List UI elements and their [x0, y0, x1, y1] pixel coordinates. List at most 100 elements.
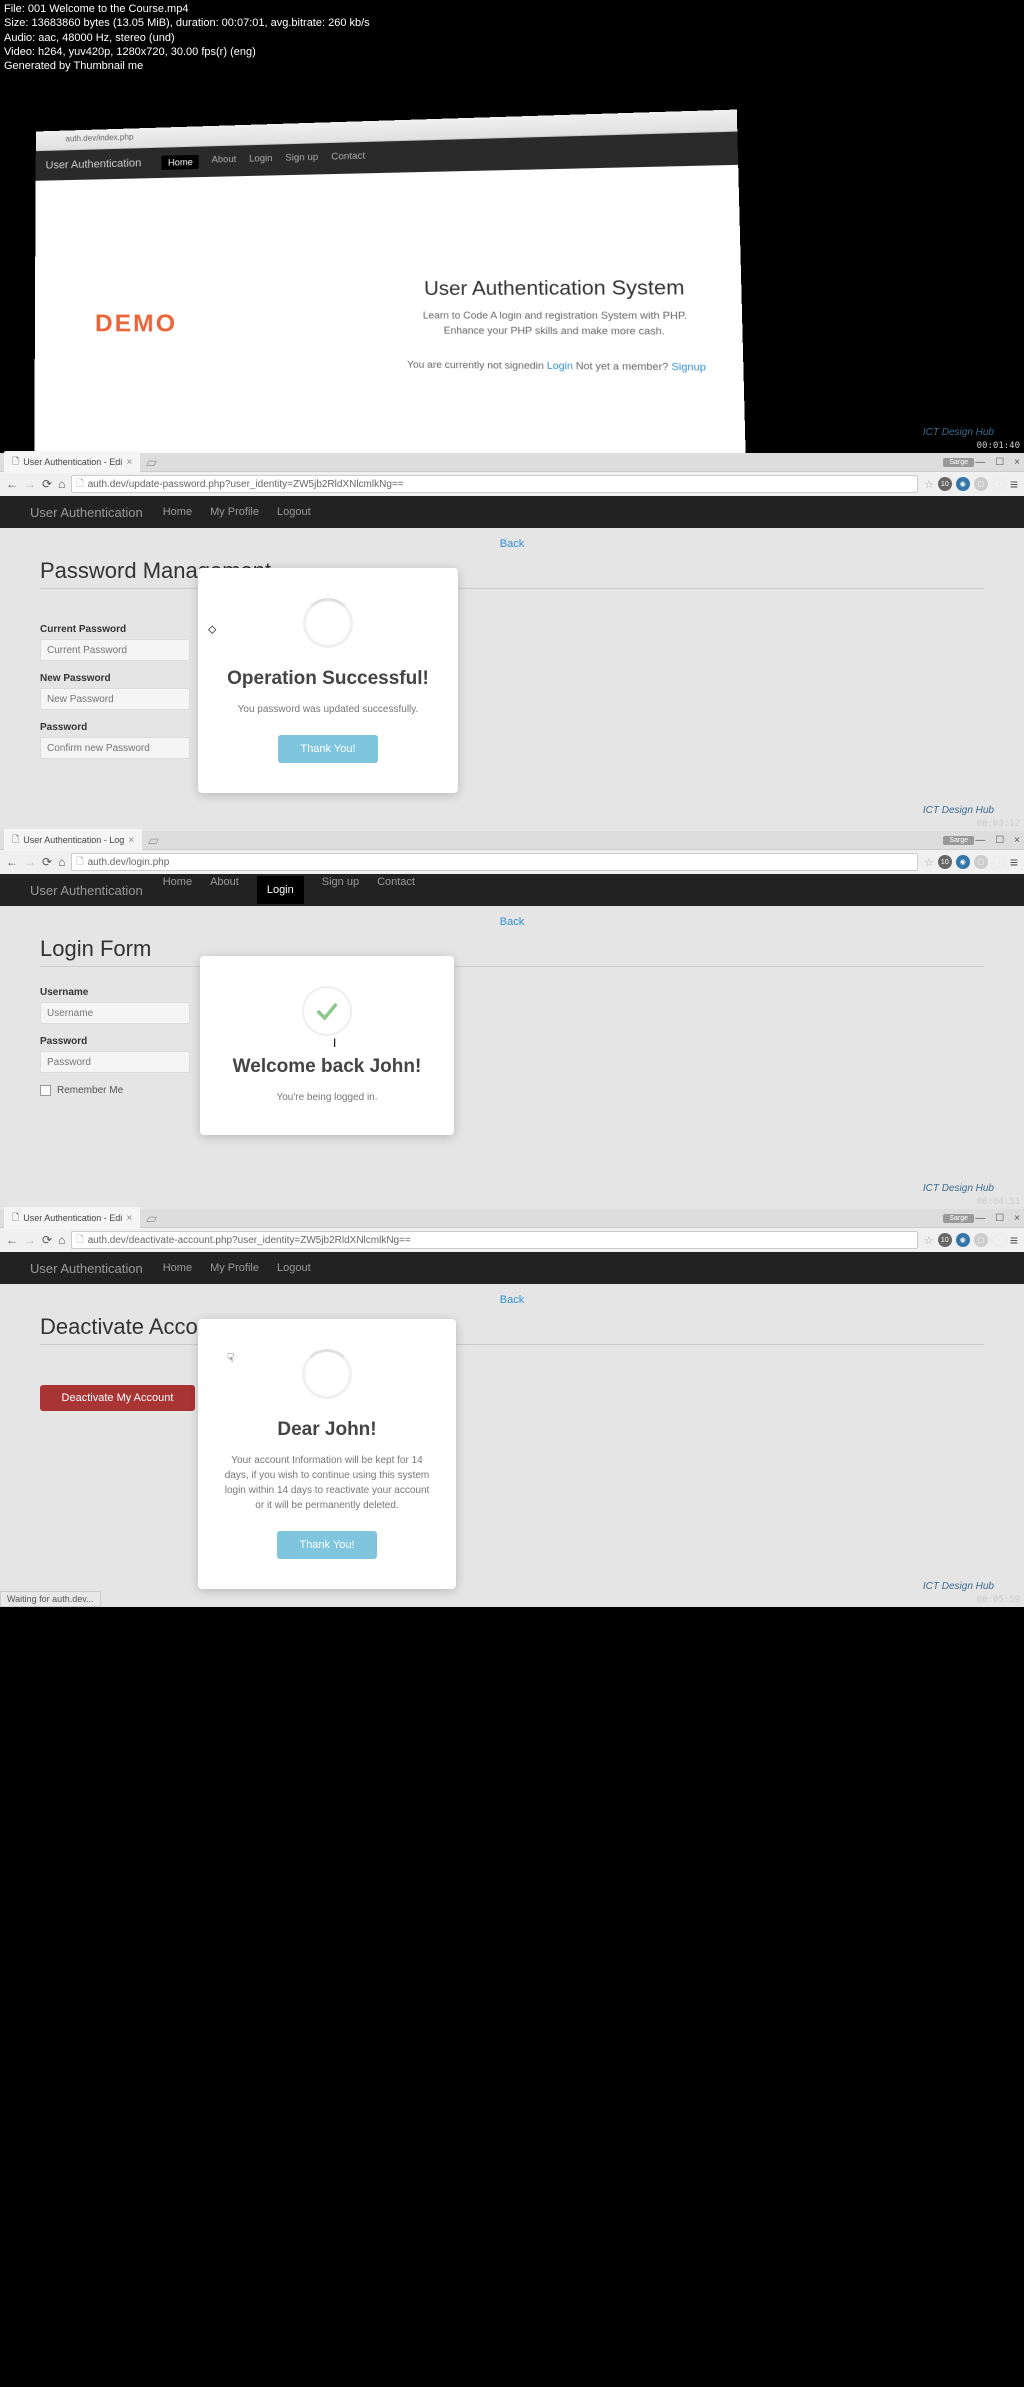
nav-login[interactable]: Login	[257, 876, 304, 904]
nav-about[interactable]: About	[210, 876, 239, 904]
minimize-icon[interactable]: —	[975, 1213, 985, 1224]
browser-tab[interactable]: 🗋 User Authentication - Edi ×	[4, 1207, 140, 1229]
forward-button[interactable]: →	[24, 855, 36, 869]
close-window-icon[interactable]: ×	[1014, 457, 1020, 468]
success-modal: Operation Successful! You password was u…	[198, 568, 458, 793]
sarge-badge: Sarge	[943, 1214, 974, 1223]
close-icon[interactable]: ×	[126, 457, 132, 468]
nav-signup[interactable]: Sign up	[285, 152, 318, 167]
ext-icon[interactable]: ◉	[956, 477, 970, 491]
address-input[interactable]: 🗋 auth.dev/login.php	[71, 853, 918, 871]
spinner-icon	[302, 1349, 352, 1399]
ext-icon[interactable]: 10	[938, 1233, 952, 1247]
page-icon: 🗋	[12, 1210, 19, 1226]
home-button[interactable]: ⌂	[58, 1233, 65, 1247]
menu-icon[interactable]: ≡	[1010, 854, 1018, 870]
browser-tab[interactable]: 🗋 User Authentication - Log ×	[4, 829, 142, 851]
browser-tab[interactable]: 🗋 User Authentication - Edi ×	[4, 451, 140, 473]
address-input[interactable]: 🗋 auth.dev/deactivate-account.php?user_i…	[71, 1231, 918, 1249]
login-link[interactable]: Login	[547, 361, 573, 372]
nav-login[interactable]: Login	[249, 153, 273, 168]
reload-button[interactable]: ⟳	[42, 477, 52, 491]
thank-you-button[interactable]: Thank You!	[278, 735, 377, 763]
password-input[interactable]	[40, 1051, 190, 1073]
close-window-icon[interactable]: ×	[1014, 835, 1020, 846]
nav-contact[interactable]: Contact	[331, 151, 365, 166]
ext-icon[interactable]: ▢	[974, 1233, 988, 1247]
maximize-icon[interactable]: ☐	[995, 457, 1004, 468]
bookmark-icon[interactable]: ☆	[924, 1234, 934, 1247]
modal-title: Welcome back John!	[225, 1056, 429, 1078]
cursor-icon: ☟	[227, 1351, 234, 1365]
deactivate-button[interactable]: Deactivate My Account	[40, 1385, 195, 1411]
nav-home[interactable]: Home	[163, 1262, 192, 1274]
new-tab-button[interactable]: ▱	[146, 1210, 157, 1227]
menu-icon[interactable]: ≡	[1010, 476, 1018, 492]
ext-icon[interactable]: ▢	[992, 477, 1006, 491]
home-button[interactable]: ⌂	[58, 477, 65, 491]
back-button[interactable]: ←	[6, 855, 18, 869]
minimize-icon[interactable]: —	[975, 457, 985, 468]
current-password-input[interactable]	[40, 639, 190, 661]
minimize-icon[interactable]: —	[975, 835, 985, 846]
close-icon[interactable]: ×	[128, 835, 134, 846]
ext-icon[interactable]: ◉	[956, 1233, 970, 1247]
ext-icon[interactable]: 10	[938, 855, 952, 869]
forward-button[interactable]: →	[24, 1233, 36, 1247]
video-metadata: File: 001 Welcome to the Course.mp4 Size…	[0, 0, 1024, 75]
reload-button[interactable]: ⟳	[42, 855, 52, 869]
signup-link[interactable]: Signup	[671, 362, 706, 374]
remember-checkbox[interactable]	[40, 1085, 51, 1096]
reload-button[interactable]: ⟳	[42, 1233, 52, 1247]
ext-icon[interactable]: ▢	[974, 477, 988, 491]
address-input[interactable]: 🗋 auth.dev/update-password.php?user_iden…	[71, 475, 918, 493]
ext-icon[interactable]: 10	[938, 477, 952, 491]
back-button[interactable]: ←	[6, 477, 18, 491]
bookmark-icon[interactable]: ☆	[924, 856, 934, 869]
meta-size: Size: 13683860 bytes (13.05 MiB), durati…	[4, 16, 1020, 30]
ext-icon[interactable]: ▢	[992, 1233, 1006, 1247]
nav-logout[interactable]: Logout	[277, 1262, 311, 1274]
maximize-icon[interactable]: ☐	[995, 835, 1004, 846]
forward-button[interactable]: →	[24, 477, 36, 491]
nav-profile[interactable]: My Profile	[210, 1262, 259, 1274]
new-password-input[interactable]	[40, 688, 190, 710]
thank-you-button[interactable]: Thank You!	[277, 1531, 376, 1559]
new-tab-button[interactable]: ▱	[146, 454, 157, 471]
bookmark-icon[interactable]: ☆	[924, 478, 934, 491]
ext-icon[interactable]: ◉	[956, 855, 970, 869]
username-input[interactable]	[40, 1002, 190, 1024]
nav-home[interactable]: Home	[162, 155, 199, 170]
nav-brand[interactable]: User Authentication	[30, 883, 143, 898]
close-window-icon[interactable]: ×	[1014, 1213, 1020, 1224]
back-link[interactable]: Back	[40, 538, 984, 550]
auth-status: You are currently not signedin Login Not…	[407, 360, 706, 374]
nav-home[interactable]: Home	[163, 506, 192, 518]
nav-brand[interactable]: User Authentication	[30, 505, 143, 520]
nav-signup[interactable]: Sign up	[322, 876, 359, 904]
nav-contact[interactable]: Contact	[377, 876, 415, 904]
back-link[interactable]: Back	[40, 1294, 984, 1306]
ext-icon[interactable]: ▢	[992, 855, 1006, 869]
ext-icon[interactable]: ▢	[974, 855, 988, 869]
back-link[interactable]: Back	[40, 916, 984, 928]
new-tab-button[interactable]: ▱	[148, 832, 159, 849]
menu-icon[interactable]: ≡	[1010, 1232, 1018, 1248]
nav-about[interactable]: About	[212, 154, 237, 169]
frame-2: 🗋 User Authentication - Edi × ▱ Sarge — …	[0, 453, 1024, 831]
close-icon[interactable]: ×	[126, 1213, 132, 1224]
nav-brand[interactable]: User Authentication	[46, 158, 142, 172]
nav-logout[interactable]: Logout	[277, 506, 311, 518]
confirm-password-input[interactable]	[40, 737, 190, 759]
maximize-icon[interactable]: ☐	[995, 1213, 1004, 1224]
page-heading: Deactivate Account	[40, 1314, 984, 1340]
nav-brand[interactable]: User Authentication	[30, 1261, 143, 1276]
nav-home[interactable]: Home	[163, 876, 192, 904]
demo-label: DEMO	[95, 310, 178, 453]
back-button[interactable]: ←	[6, 1233, 18, 1247]
page-subtitle-1: Learn to Code A login and registration S…	[406, 309, 704, 324]
watermark: ICT Design Hub	[923, 1183, 994, 1194]
modal-text: Your account Information will be kept fo…	[223, 1453, 431, 1513]
home-button[interactable]: ⌂	[58, 855, 65, 869]
nav-profile[interactable]: My Profile	[210, 506, 259, 518]
